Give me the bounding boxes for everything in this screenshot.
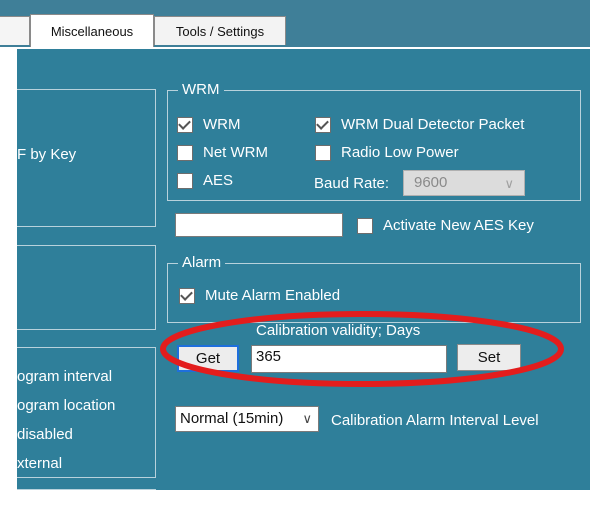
left-group-3-line-2: ogram location — [17, 397, 116, 414]
baud-rate-label: Baud Rate: — [314, 175, 390, 192]
left-group-3-line-3: disabled — [17, 426, 73, 443]
chevron-down-icon: ∨ — [302, 411, 312, 426]
wrm-label: WRM — [203, 116, 241, 133]
left-group-3-line-1: ogram interval — [17, 368, 113, 385]
wrm-legend: WRM — [178, 81, 224, 99]
radio-low-power-checkbox-row[interactable]: Radio Low Power — [315, 144, 459, 162]
left-group-4 — [17, 489, 156, 490]
left-group-2 — [17, 245, 156, 330]
mute-alarm-checkbox-row[interactable]: Mute Alarm Enabled — [179, 287, 340, 305]
chevron-down-icon: ∨ — [504, 176, 514, 191]
miscellaneous-content: F by Key ogram interval ogram location d… — [17, 49, 590, 490]
wrm-dual-detector-checkbox-row[interactable]: WRM Dual Detector Packet — [315, 116, 524, 134]
radio-low-power-checkbox[interactable] — [315, 145, 331, 161]
set-button[interactable]: Set — [457, 344, 521, 371]
tab-miscellaneous[interactable]: Miscellaneous — [30, 14, 154, 47]
settings-window: Miscellaneous Tools / Settings F by Key … — [0, 0, 590, 507]
baud-rate-select[interactable]: 9600 ∨ — [403, 170, 525, 196]
aes-checkbox-row[interactable]: AES — [177, 172, 233, 190]
wrm-checkbox-row[interactable]: WRM — [177, 116, 241, 134]
aes-key-input[interactable] — [175, 213, 343, 237]
alarm-legend: Alarm — [178, 254, 226, 272]
tab-strip: Miscellaneous Tools / Settings — [0, 0, 590, 50]
alarm-interval-select[interactable]: Normal (15min) ∨ — [175, 406, 319, 432]
left-group-3-line-4: xternal — [17, 455, 63, 472]
alarm-interval-value: Normal (15min) — [180, 410, 284, 427]
tab-previous[interactable] — [0, 16, 30, 45]
radio-low-power-label: Radio Low Power — [341, 144, 459, 161]
activate-aes-key-label: Activate New AES Key — [383, 217, 534, 234]
calibration-alarm-interval-label: Calibration Alarm Interval Level — [331, 412, 539, 429]
get-button[interactable]: Get — [177, 345, 239, 372]
wrm-dual-detector-label: WRM Dual Detector Packet — [341, 116, 525, 133]
aes-checkbox[interactable] — [177, 173, 193, 189]
activate-aes-key-checkbox[interactable] — [357, 218, 373, 234]
mute-alarm-label: Mute Alarm Enabled — [205, 287, 341, 304]
aes-label: AES — [203, 172, 234, 189]
wrm-checkbox[interactable] — [177, 117, 193, 133]
calibration-validity-label: Calibration validity; Days — [256, 322, 421, 339]
net-wrm-label: Net WRM — [203, 144, 268, 161]
tab-tools-settings[interactable]: Tools / Settings — [154, 16, 286, 45]
baud-rate-value: 9600 — [414, 174, 448, 191]
net-wrm-checkbox-row[interactable]: Net WRM — [177, 144, 268, 162]
mute-alarm-checkbox[interactable] — [179, 288, 195, 304]
net-wrm-checkbox[interactable] — [177, 145, 193, 161]
activate-aes-key-checkbox-row[interactable]: Activate New AES Key — [357, 217, 534, 235]
left-group-1-text: F by Key — [17, 146, 77, 163]
calibration-days-input[interactable]: 365 — [251, 345, 447, 373]
wrm-dual-detector-checkbox[interactable] — [315, 117, 331, 133]
